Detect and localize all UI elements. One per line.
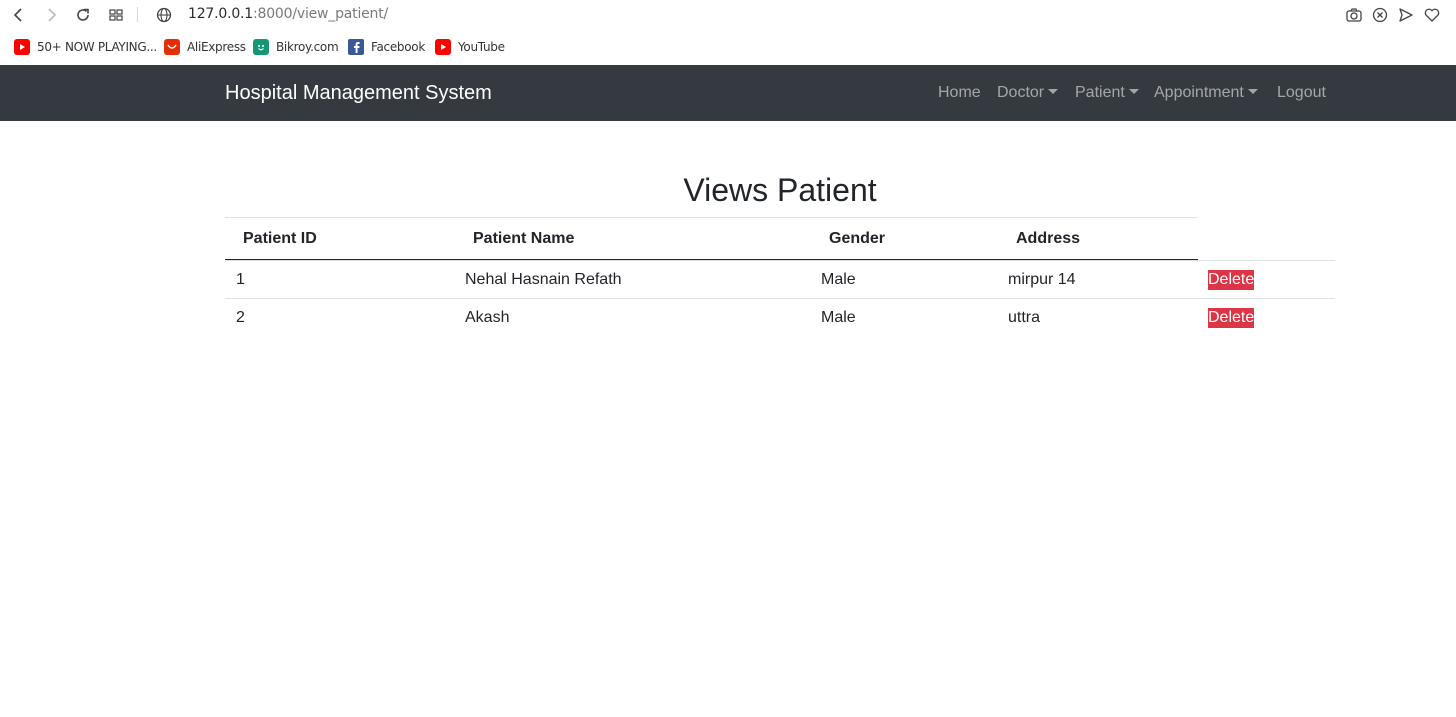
bookmark-item[interactable]: Bikroy.com bbox=[253, 37, 339, 57]
bookmark-label: YouTube bbox=[458, 40, 505, 54]
nav-logout[interactable]: Logout bbox=[1277, 84, 1326, 102]
send-icon[interactable] bbox=[1397, 5, 1415, 25]
bookmark-item[interactable]: YouTube bbox=[435, 37, 505, 57]
nav-patient-label: Patient bbox=[1075, 84, 1125, 101]
bookmark-label: Bikroy.com bbox=[276, 40, 339, 54]
nav-home[interactable]: Home bbox=[938, 84, 981, 102]
cell-gender: Male bbox=[821, 271, 856, 288]
toolbar-separator bbox=[137, 7, 138, 22]
page-title: Views Patient bbox=[683, 172, 877, 208]
cell-patient-id: 2 bbox=[236, 309, 245, 326]
bikroy-icon bbox=[253, 39, 269, 55]
bookmark-item[interactable]: Facebook bbox=[348, 37, 425, 57]
bookmark-item[interactable]: AliExpress bbox=[164, 37, 246, 57]
cell-patient-name: Akash bbox=[465, 309, 510, 326]
table-header-top-border bbox=[225, 217, 1198, 218]
caret-down-icon bbox=[1247, 89, 1258, 94]
url-host: 127.0.0.1 bbox=[188, 6, 253, 22]
nav-patient-dropdown[interactable]: Patient bbox=[1075, 84, 1139, 102]
tabs-grid-icon[interactable] bbox=[106, 5, 126, 25]
nav-appointment-label: Appointment bbox=[1154, 84, 1244, 101]
cell-gender: Male bbox=[821, 309, 856, 326]
camera-icon[interactable] bbox=[1345, 5, 1363, 25]
forward-icon[interactable] bbox=[41, 5, 61, 25]
delete-button[interactable]: Delete bbox=[1208, 270, 1254, 290]
nav-doctor-dropdown[interactable]: Doctor bbox=[997, 84, 1059, 102]
nav-appointment-dropdown[interactable]: Appointment bbox=[1154, 84, 1258, 102]
navbar-brand[interactable]: Hospital Management System bbox=[225, 82, 492, 105]
bookmark-label: Facebook bbox=[371, 40, 425, 54]
top-navbar: Hospital Management System Home Doctor P… bbox=[0, 65, 1456, 121]
browser-chrome: 127.0.0.1:8000/view_patient/ 50+ NOW PLA… bbox=[0, 0, 1456, 65]
caret-down-icon bbox=[1048, 89, 1059, 94]
bookmark-label: AliExpress bbox=[187, 40, 246, 54]
url-path: :8000/view_patient/ bbox=[253, 6, 389, 22]
cell-patient-name: Nehal Hasnain Refath bbox=[465, 271, 622, 288]
heart-icon[interactable] bbox=[1423, 5, 1441, 25]
url-field[interactable]: 127.0.0.1:8000/view_patient/ bbox=[188, 6, 388, 22]
nav-doctor-label: Doctor bbox=[997, 84, 1045, 101]
row-divider bbox=[225, 298, 1335, 299]
delete-button[interactable]: Delete bbox=[1208, 308, 1254, 328]
column-header-address: Address bbox=[1016, 230, 1081, 247]
facebook-icon bbox=[348, 39, 364, 55]
address-bar-row: 127.0.0.1:8000/view_patient/ bbox=[0, 0, 1456, 30]
row-divider bbox=[225, 260, 1335, 261]
bookmark-label: 50+ NOW PLAYING... bbox=[37, 40, 157, 54]
bookmarks-bar: 50+ NOW PLAYING... AliExpress Bikroy.com… bbox=[0, 37, 1456, 57]
column-header-gender: Gender bbox=[829, 230, 886, 247]
column-header-patient-name: Patient Name bbox=[473, 230, 575, 247]
youtube-icon bbox=[435, 39, 451, 55]
bookmark-item[interactable]: 50+ NOW PLAYING... bbox=[14, 37, 157, 57]
globe-icon bbox=[154, 5, 174, 25]
adblock-icon[interactable] bbox=[1371, 5, 1389, 25]
cell-address: mirpur 14 bbox=[1008, 271, 1076, 288]
column-header-patient-id: Patient ID bbox=[243, 230, 317, 247]
caret-down-icon bbox=[1128, 89, 1139, 94]
cell-address: uttra bbox=[1008, 309, 1041, 326]
aliexpress-icon bbox=[164, 39, 180, 55]
youtube-icon bbox=[14, 39, 30, 55]
cell-patient-id: 1 bbox=[236, 271, 245, 288]
reload-icon[interactable] bbox=[73, 5, 93, 25]
back-icon[interactable] bbox=[9, 5, 29, 25]
